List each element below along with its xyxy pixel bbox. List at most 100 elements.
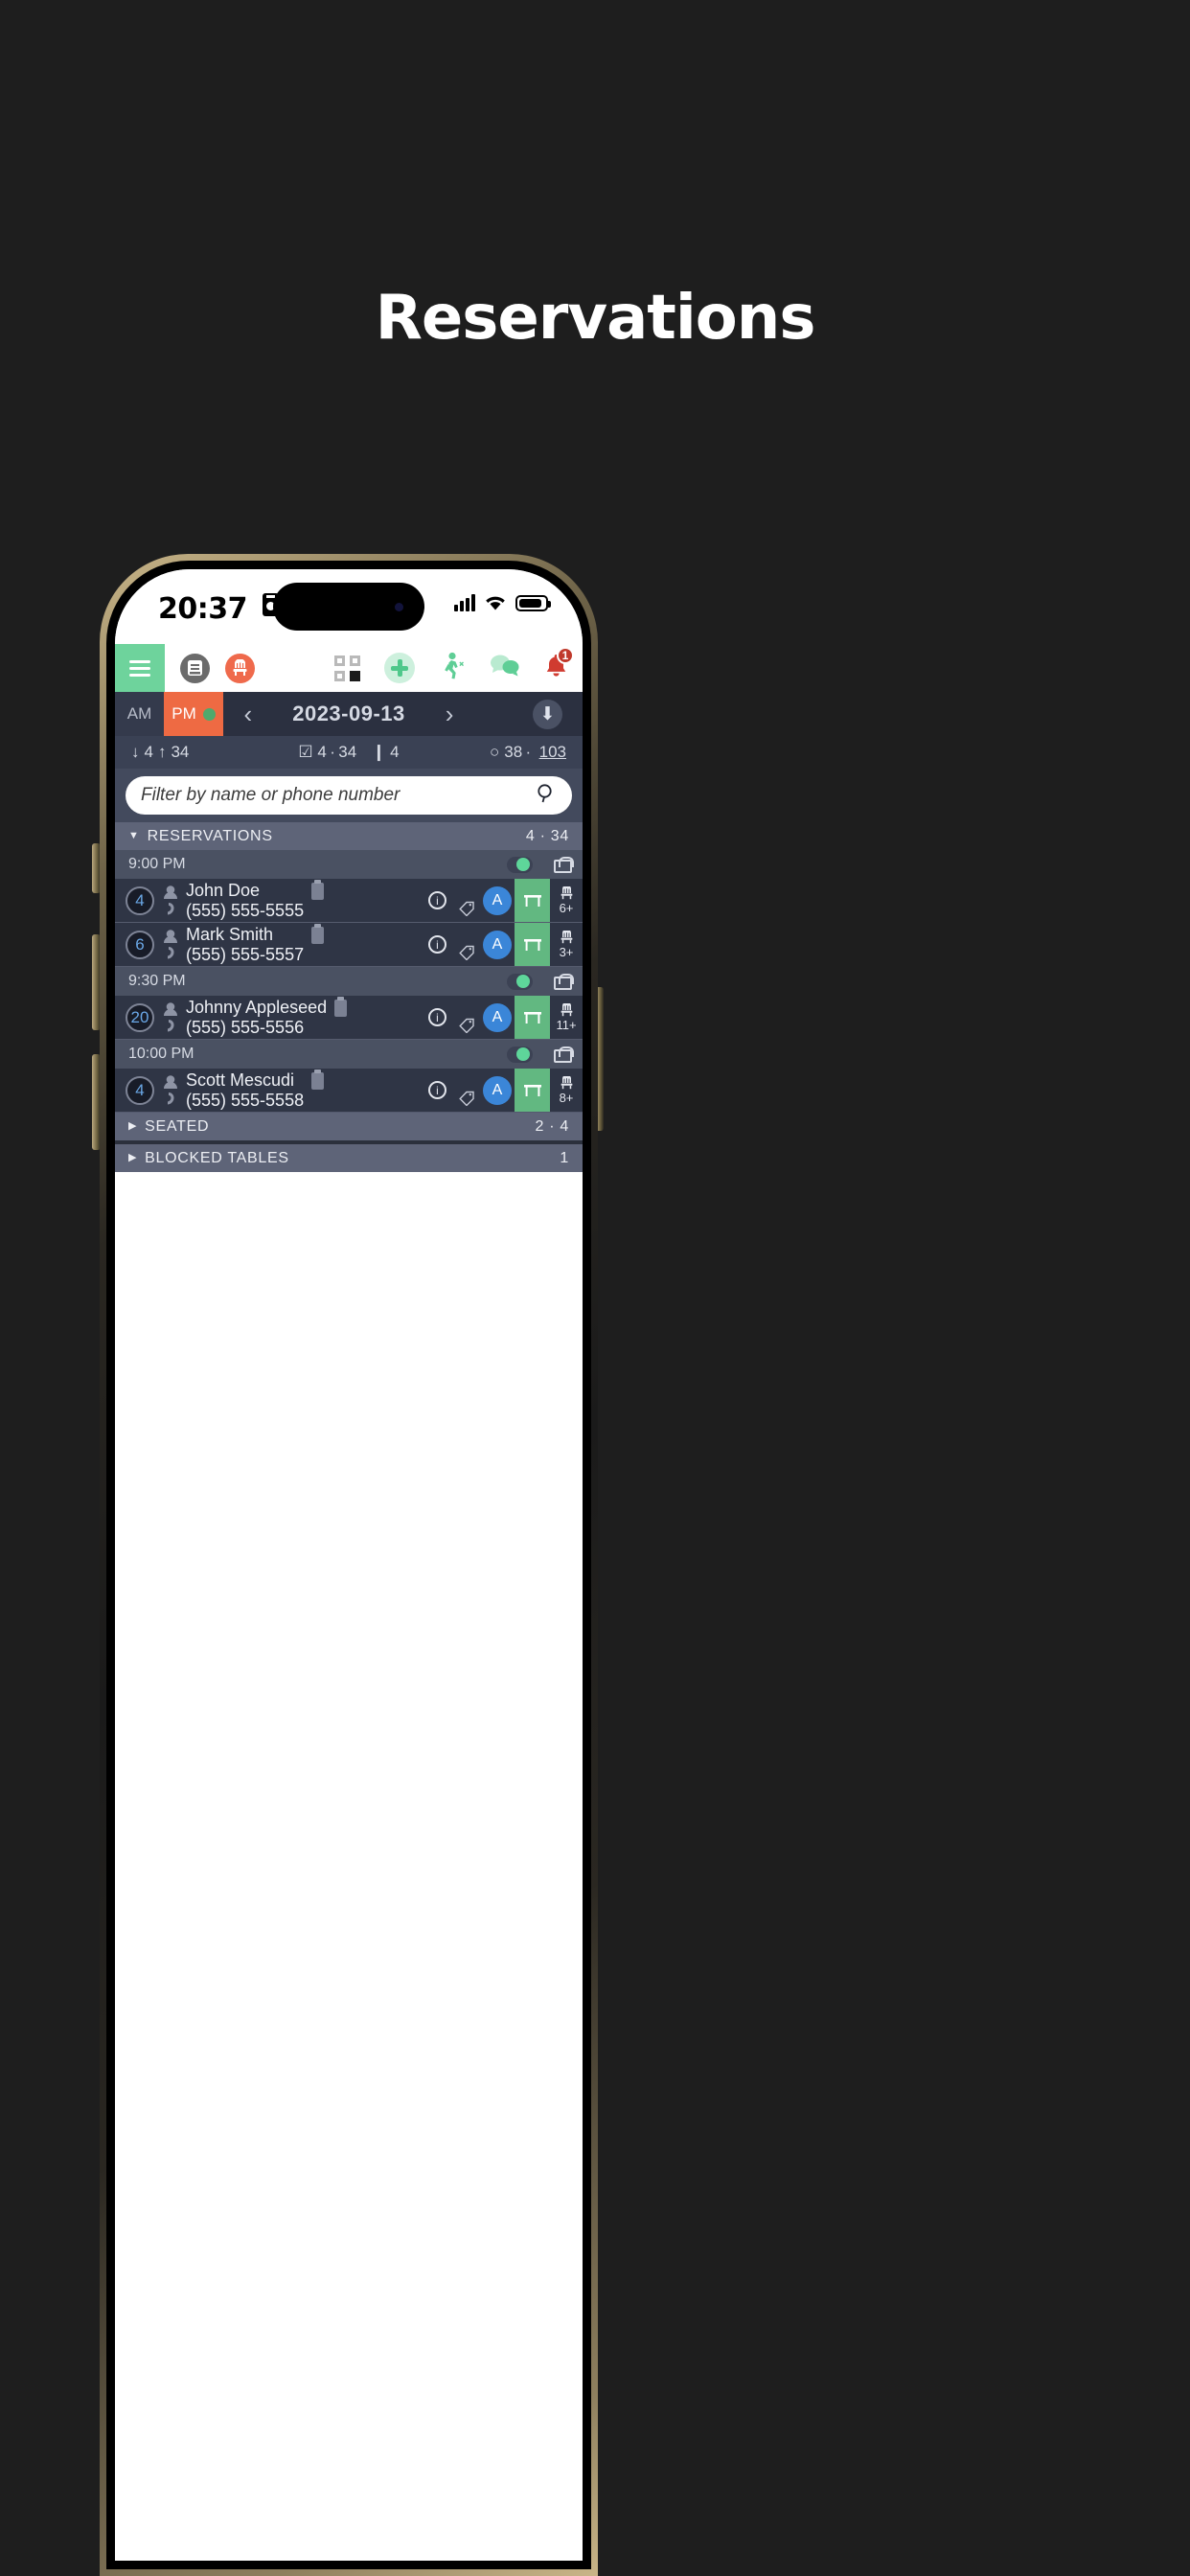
time-group-toggle[interactable]: [507, 1046, 533, 1063]
guest-info: Scott Mescudi (555) 555-5558: [186, 1070, 304, 1110]
party-size-badge: 4: [126, 886, 154, 915]
avatar[interactable]: A: [483, 930, 512, 959]
notification-bell-icon[interactable]: 1: [543, 646, 574, 684]
section-label-seated: SEATED: [145, 1117, 210, 1135]
guest-contact-icons: [159, 1074, 181, 1107]
party-size-badge: 4: [126, 1075, 154, 1105]
status-bar: 20:37: [115, 569, 583, 644]
notes-icon[interactable]: [311, 880, 325, 900]
battery-icon: [515, 594, 551, 611]
notes-icon[interactable]: [311, 1070, 325, 1090]
tag-icon[interactable]: [459, 944, 475, 961]
row-actions: i A 11+: [428, 996, 583, 1039]
front-camera-icon: [395, 603, 403, 611]
unlocked-icon[interactable]: [554, 973, 574, 990]
walk-in-icon[interactable]: [439, 652, 466, 685]
party-size-badge: 20: [126, 1002, 154, 1032]
time-group-toggle[interactable]: [507, 856, 533, 873]
section-header-reservations[interactable]: ▼ RESERVATIONS 4 · 34: [115, 822, 583, 850]
up-arrow-icon: ↑: [157, 743, 167, 761]
guest-phone: (555) 555-5555: [186, 900, 305, 920]
row-actions: i A 8+: [428, 1069, 583, 1112]
up-value: 34: [171, 743, 190, 761]
search-container: [115, 769, 583, 822]
avatar[interactable]: A: [483, 886, 512, 915]
wifi-icon: [484, 594, 507, 611]
time-group-label: 9:00 PM: [128, 856, 186, 872]
date-toolbar: AM PM ‹ 2023-09-13 › ⬇: [115, 692, 583, 736]
time-group-header[interactable]: 9:00 PM: [115, 850, 583, 879]
cellular-signal-icon: [454, 594, 475, 611]
time-group-header[interactable]: 10:00 PM: [115, 1040, 583, 1069]
info-icon[interactable]: i: [428, 935, 446, 954]
section-header-seated[interactable]: ▶ SEATED 2 · 4: [115, 1113, 583, 1140]
am-pm-switch: AM PM: [115, 692, 223, 736]
tag-icon[interactable]: [459, 1017, 475, 1034]
guest-name: Scott Mescudi: [186, 1070, 295, 1090]
hamburger-menu-icon[interactable]: [115, 644, 165, 692]
table-icon[interactable]: [515, 996, 550, 1039]
guest-contact-icons: [159, 929, 181, 961]
am-button[interactable]: AM: [115, 692, 164, 736]
tag-icon[interactable]: [459, 900, 475, 917]
clipboard-icon: ☑: [298, 743, 313, 761]
avatar[interactable]: A: [483, 1075, 512, 1105]
seat-capacity-label: 8+: [559, 1090, 574, 1105]
search-box[interactable]: [126, 776, 572, 815]
guest-name: Mark Smith: [186, 924, 274, 944]
pm-button[interactable]: PM: [164, 692, 223, 736]
tag-icon[interactable]: [459, 1090, 475, 1107]
unlocked-icon[interactable]: [554, 1046, 574, 1063]
notes-icon[interactable]: [334, 997, 348, 1017]
prev-date-button[interactable]: ‹: [244, 702, 253, 726]
table-row[interactable]: 6 Mark Smith (555) 555-5557 i A 3+: [115, 923, 583, 967]
covers-value: 38 ·: [504, 743, 535, 761]
row-actions: i A 3+: [428, 923, 583, 966]
info-icon[interactable]: i: [428, 891, 446, 909]
search-input[interactable]: [141, 785, 536, 806]
notes-icon[interactable]: [311, 924, 325, 944]
guest-contact-icons: [159, 1001, 181, 1034]
guest-info: John Doe (555) 555-5555: [186, 881, 304, 920]
stats-group-person: ❙ 4: [372, 743, 399, 762]
info-icon[interactable]: i: [428, 1008, 446, 1026]
time-group-toggle[interactable]: [507, 973, 533, 990]
add-reservation-icon[interactable]: [384, 653, 415, 683]
qr-code-icon[interactable]: [334, 655, 360, 681]
table-icon[interactable]: [515, 923, 550, 966]
list-view-icon[interactable]: [180, 653, 210, 683]
pm-label: PM: [172, 704, 196, 723]
time-group-header[interactable]: 9:30 PM: [115, 967, 583, 996]
seat-capacity: 11+: [550, 1002, 583, 1032]
table-row[interactable]: 4 John Doe (555) 555-5555 i A 6+: [115, 879, 583, 923]
table-row[interactable]: 20 Johnny Appleseed (555) 555-5556 i A 1…: [115, 996, 583, 1040]
section-count-blocked-tables: 1: [560, 1149, 569, 1166]
phone-screen: 20:37 1 AM PM ‹ 2023-09-13 › ⬇ ↓ 4 ↑ 34 …: [115, 569, 583, 2561]
table-row[interactable]: 4 Scott Mescudi (555) 555-5558 i A 8+: [115, 1069, 583, 1113]
guest-info: Mark Smith (555) 555-5557: [186, 925, 304, 964]
stats-bar: ↓ 4 ↑ 34 ☑ 4 · 34 ❙ 4 ○ 38 · 103: [115, 736, 583, 769]
section-count-seated: 2 · 4: [535, 1117, 569, 1135]
table-icon[interactable]: [515, 1069, 550, 1112]
next-date-button[interactable]: ›: [446, 702, 454, 726]
avatar[interactable]: A: [483, 1002, 512, 1032]
status-bar-clock: 20:37: [158, 592, 248, 626]
section-header-blocked-tables[interactable]: ▶ BLOCKED TABLES 1: [115, 1144, 583, 1172]
unlocked-icon[interactable]: [554, 856, 574, 873]
date-navigator: ‹ 2023-09-13 ›: [244, 702, 454, 726]
section-label-blocked-tables: BLOCKED TABLES: [145, 1149, 289, 1166]
seat-capacity-label: 11+: [556, 1017, 577, 1032]
info-icon[interactable]: i: [428, 1081, 446, 1099]
stats-group-clipboard: ☑ 4 · 34: [298, 743, 356, 762]
download-icon[interactable]: ⬇: [533, 699, 562, 729]
toolbar-actions: 1: [334, 646, 574, 685]
seat-capacity: 8+: [550, 1075, 583, 1105]
table-icon[interactable]: [515, 879, 550, 922]
chat-bubbles-icon[interactable]: [490, 654, 519, 682]
guest-name: John Doe: [186, 880, 261, 900]
pm-active-dot: [202, 707, 216, 721]
floorplan-chair-icon[interactable]: [225, 653, 255, 683]
notification-count-badge: 1: [557, 646, 574, 664]
search-icon[interactable]: [536, 783, 557, 809]
current-date[interactable]: 2023-09-13: [292, 702, 405, 726]
